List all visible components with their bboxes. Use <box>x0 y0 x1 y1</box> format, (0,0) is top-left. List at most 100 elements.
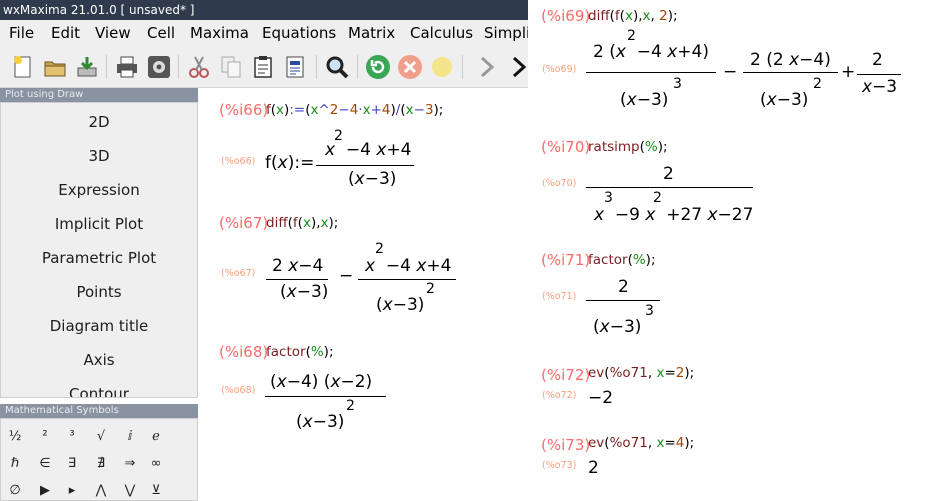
select-all-icon[interactable] <box>282 54 308 80</box>
input-cell-i71[interactable]: factor(%); <box>588 252 656 268</box>
output-o69-term2-numerator: 2 (2 x−4) <box>750 50 831 70</box>
draw-panel: 2D 3D Expression Implicit Plot Parametri… <box>0 102 198 398</box>
input-label: (%i66) <box>219 101 269 119</box>
symbol-not-exists[interactable]: ∄ <box>89 456 113 471</box>
copy-icon[interactable] <box>218 54 244 80</box>
input-cell-i70[interactable]: ratsimp(%); <box>588 139 668 155</box>
minus-sign: − <box>339 266 354 286</box>
find-icon[interactable] <box>324 54 350 80</box>
symbol-element-of[interactable]: ∈ <box>33 456 57 471</box>
draw-axis-button[interactable]: Axis <box>1 351 197 369</box>
symbol-exists[interactable]: ∃ <box>60 456 84 471</box>
symbol-euler-e[interactable]: ℯ <box>144 429 168 444</box>
output-o67-term2-denominator: (x−3) <box>376 295 425 315</box>
draw-contour-button[interactable]: Contour <box>1 385 197 397</box>
menu-matrix[interactable]: Matrix <box>348 20 395 46</box>
output-label: (%o66) <box>221 156 256 167</box>
fraction-bar <box>743 72 838 73</box>
output-o71-denominator: (x−3) <box>593 317 642 337</box>
symbol-sqrt[interactable]: √ <box>89 429 113 444</box>
toolbar-separator <box>178 55 179 79</box>
follow-icon[interactable] <box>429 54 455 80</box>
output-label: (%o73) <box>542 460 577 471</box>
input-cell-i69[interactable]: diff(f(x),x, 2); <box>588 8 678 24</box>
symbol-infinity[interactable]: ∞ <box>144 456 168 471</box>
output-o66-numerator: x −4 x+4 <box>325 140 412 160</box>
paste-icon[interactable] <box>250 54 276 80</box>
menu-bar: File Edit View Cell Maxima Equations Mat… <box>0 20 528 46</box>
menu-maxima[interactable]: Maxima <box>190 20 249 46</box>
output-label: (%o67) <box>221 268 256 279</box>
draw-2d-button[interactable]: 2D <box>1 113 197 131</box>
draw-parametric-plot-button[interactable]: Parametric Plot <box>1 249 197 267</box>
menu-calculus[interactable]: Calculus <box>410 20 473 46</box>
menu-cell[interactable]: Cell <box>147 20 175 46</box>
output-o67-term1-numerator: 2 x−4 <box>272 256 324 276</box>
exponent: 2 <box>813 76 822 92</box>
draw-expression-button[interactable]: Expression <box>1 181 197 199</box>
input-cell-i68[interactable]: factor(%); <box>266 344 334 360</box>
exponent: 2 <box>375 241 384 257</box>
input-label: (%i73) <box>541 436 591 454</box>
plus-sign: + <box>841 62 856 82</box>
toolbar <box>0 46 528 88</box>
fraction-bar <box>265 396 386 397</box>
menu-file[interactable]: File <box>9 20 34 46</box>
fraction-bar <box>316 165 414 166</box>
symbol-hbar[interactable]: ℏ <box>3 456 27 471</box>
open-icon[interactable] <box>42 54 68 80</box>
output-label: (%o69) <box>542 64 577 75</box>
symbol-small-triangle[interactable]: ▸ <box>60 483 84 498</box>
menu-equations[interactable]: Equations <box>262 20 336 46</box>
menu-view[interactable]: View <box>95 20 131 46</box>
output-o68-numerator: (x−4) (x−2) <box>270 372 373 392</box>
output-o69-term2-denominator: (x−3) <box>760 90 809 110</box>
symbols-panel-title: Mathematical Symbols <box>0 404 198 418</box>
menu-edit[interactable]: Edit <box>51 20 80 46</box>
exponent: 3 <box>645 303 654 319</box>
output-label: (%o70) <box>542 178 577 189</box>
minus-sign: − <box>723 62 738 82</box>
menu-simplify[interactable]: Simpli <box>484 20 528 46</box>
input-cell-i72[interactable]: ev(%o71, x=2); <box>588 365 694 381</box>
output-o66-denominator: (x−3) <box>348 169 397 189</box>
input-cell-i73[interactable]: ev(%o71, x=4); <box>588 435 694 451</box>
symbol-xor[interactable]: ⊻ <box>144 483 168 498</box>
print-icon[interactable] <box>114 54 140 80</box>
toolbar-separator <box>357 55 358 79</box>
draw-points-button[interactable]: Points <box>1 283 197 301</box>
input-cell-i66[interactable]: f(x):=(x^2−4·x+4)/(x−3); <box>266 102 443 118</box>
symbol-implies[interactable]: ⇒ <box>118 456 142 471</box>
draw-diagram-title-button[interactable]: Diagram title <box>1 317 197 335</box>
output-o67-term1-denominator: (x−3) <box>280 282 329 302</box>
restart-icon[interactable] <box>365 54 391 80</box>
input-cell-i67[interactable]: diff(f(x),x); <box>266 215 338 231</box>
draw-implicit-plot-button[interactable]: Implicit Plot <box>1 215 197 233</box>
output-label: (%o71) <box>542 291 577 302</box>
save-icon[interactable] <box>74 54 100 80</box>
input-label: (%i68) <box>219 343 269 361</box>
input-label: (%i67) <box>219 214 269 232</box>
symbol-empty-set[interactable]: ∅ <box>3 483 27 498</box>
back-icon[interactable] <box>474 54 500 80</box>
symbol-or[interactable]: ⋁ <box>118 483 142 498</box>
symbol-cubed[interactable]: ³ <box>60 429 84 444</box>
symbol-squared[interactable]: ² <box>33 429 57 444</box>
symbol-half[interactable]: ½ <box>3 429 27 444</box>
symbol-triangle-right[interactable]: ▶ <box>33 483 57 498</box>
symbol-and[interactable]: ⋀ <box>89 483 113 498</box>
forward-icon[interactable] <box>506 54 528 80</box>
new-icon[interactable] <box>10 54 36 80</box>
exponent: 3 <box>604 190 613 206</box>
toolbar-separator <box>462 55 463 79</box>
output-o69-term3-denominator: x−3 <box>862 77 898 97</box>
output-o69-term1-numerator: 2 (x −4 x+4) <box>593 42 709 62</box>
cut-icon[interactable] <box>186 54 212 80</box>
exponent: 2 <box>346 398 355 414</box>
fraction-bar <box>586 72 716 73</box>
interrupt-icon[interactable] <box>397 54 423 80</box>
exponent: 2 <box>426 281 435 297</box>
config-icon[interactable] <box>146 54 172 80</box>
symbol-imaginary-i[interactable]: ⅈ <box>118 429 142 444</box>
draw-3d-button[interactable]: 3D <box>1 147 197 165</box>
